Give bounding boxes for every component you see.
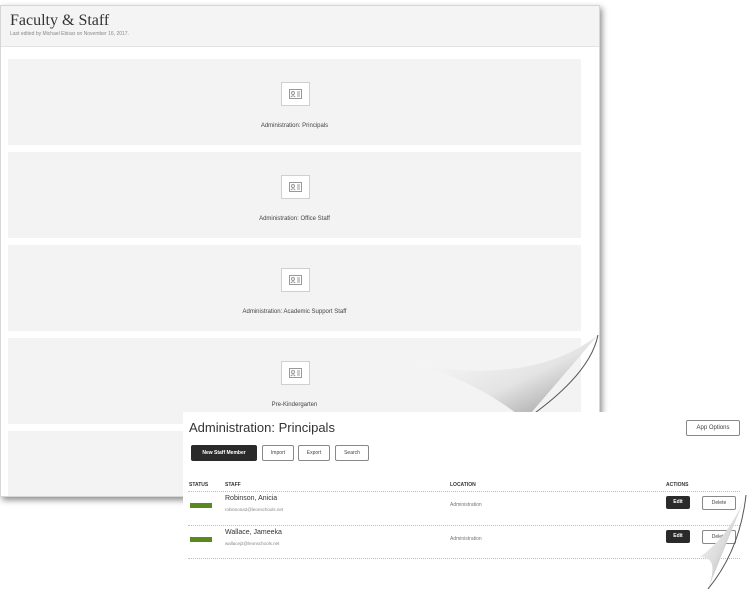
page-title: Administration: Principals [189, 420, 335, 435]
contact-card-icon [280, 361, 310, 385]
row-divider [188, 525, 740, 526]
page-header: Faculty & Staff Last edited by Michael E… [1, 6, 599, 47]
page-subtitle: Last edited by Michael Ebisar on Novembe… [10, 31, 129, 37]
row-divider [188, 558, 740, 559]
app-options-button[interactable]: App Options [686, 420, 740, 436]
table-row: Robinson, Anicia robinsona2@leonschools.… [188, 491, 740, 522]
page-curl-decoration [700, 495, 747, 589]
status-badge [190, 503, 212, 508]
column-header-actions: ACTIONS [666, 482, 689, 488]
staff-name: Robinson, Anicia [225, 495, 278, 502]
export-button[interactable]: Export [298, 445, 330, 461]
edit-button[interactable]: Edit [666, 496, 690, 509]
status-badge [190, 537, 212, 542]
staff-app-card[interactable]: Administration: Academic Support Staff [8, 245, 581, 331]
page-curl-decoration [417, 335, 599, 420]
card-label: Administration: Office Staff [259, 216, 330, 222]
principals-page: Administration: Principals App Options N… [183, 412, 748, 589]
column-header-staff: STAFF [225, 482, 241, 488]
edit-button[interactable]: Edit [666, 530, 690, 543]
column-header-location: LOCATION [450, 482, 476, 488]
search-button[interactable]: Search [335, 445, 369, 461]
staff-location: Administration [450, 502, 482, 508]
import-button[interactable]: Import [262, 445, 294, 461]
contact-card-icon [280, 82, 310, 106]
staff-app-card[interactable]: Administration: Office Staff [8, 152, 581, 238]
new-staff-member-button[interactable]: New Staff Member [191, 445, 257, 461]
contact-card-icon [280, 175, 310, 199]
page-title: Faculty & Staff [10, 12, 110, 29]
table-row: Wallace, Jameeka wallacej2@leonschools.n… [188, 525, 740, 556]
row-divider [188, 491, 740, 492]
card-label: Administration: Principals [260, 123, 329, 129]
staff-location: Administration [450, 536, 482, 542]
staff-email: wallacej2@leonschools.net [225, 541, 280, 546]
staff-email: robinsona2@leonschools.net [225, 507, 284, 512]
contact-card-icon [280, 268, 310, 292]
table-row [188, 558, 740, 589]
column-header-status: STATUS [189, 482, 209, 488]
staff-name: Wallace, Jameeka [225, 529, 282, 536]
staff-app-card[interactable]: Administration: Principals [8, 59, 581, 145]
card-label: Administration: Academic Support Staff [242, 309, 347, 315]
